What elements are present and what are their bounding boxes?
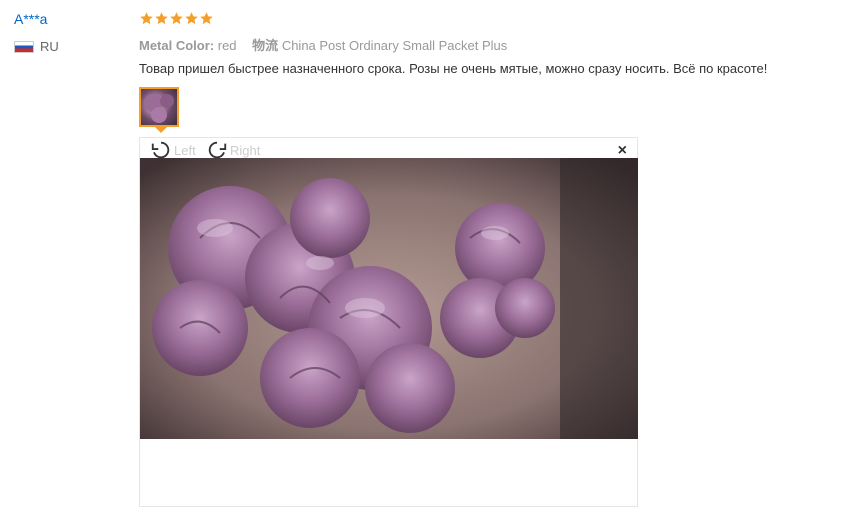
attr-key-shipping: 物流 — [252, 38, 279, 53]
attr-value-color: red — [217, 38, 237, 53]
star-icon — [200, 12, 213, 25]
star-icon — [155, 12, 168, 25]
star-icon — [185, 12, 198, 25]
rotate-right-label: Right — [230, 142, 261, 158]
reviewer-name[interactable]: A***a — [14, 11, 47, 27]
attr-value-shipping: China Post Ordinary Small Packet Plus — [281, 38, 508, 53]
thumbnail-selected-indicator — [155, 127, 167, 133]
russia-flag-icon — [14, 40, 34, 53]
reviewer-country: RU — [14, 39, 59, 54]
attr-key-color: Metal Color: — [139, 38, 215, 53]
review-photo — [140, 158, 638, 439]
review-text: Товар пришел быстрее назначенного срока.… — [139, 61, 768, 76]
order-attributes: Metal Color: red 物流 China Post Ordinary … — [139, 35, 519, 54]
star-icon — [170, 12, 183, 25]
star-icon — [140, 12, 153, 25]
country-code: RU — [40, 39, 59, 54]
rotate-left-label: Left — [174, 142, 196, 158]
rating-stars — [139, 11, 214, 26]
photo-viewer: Left Right × — [139, 137, 638, 507]
photo-thumbnail[interactable] — [139, 87, 179, 127]
